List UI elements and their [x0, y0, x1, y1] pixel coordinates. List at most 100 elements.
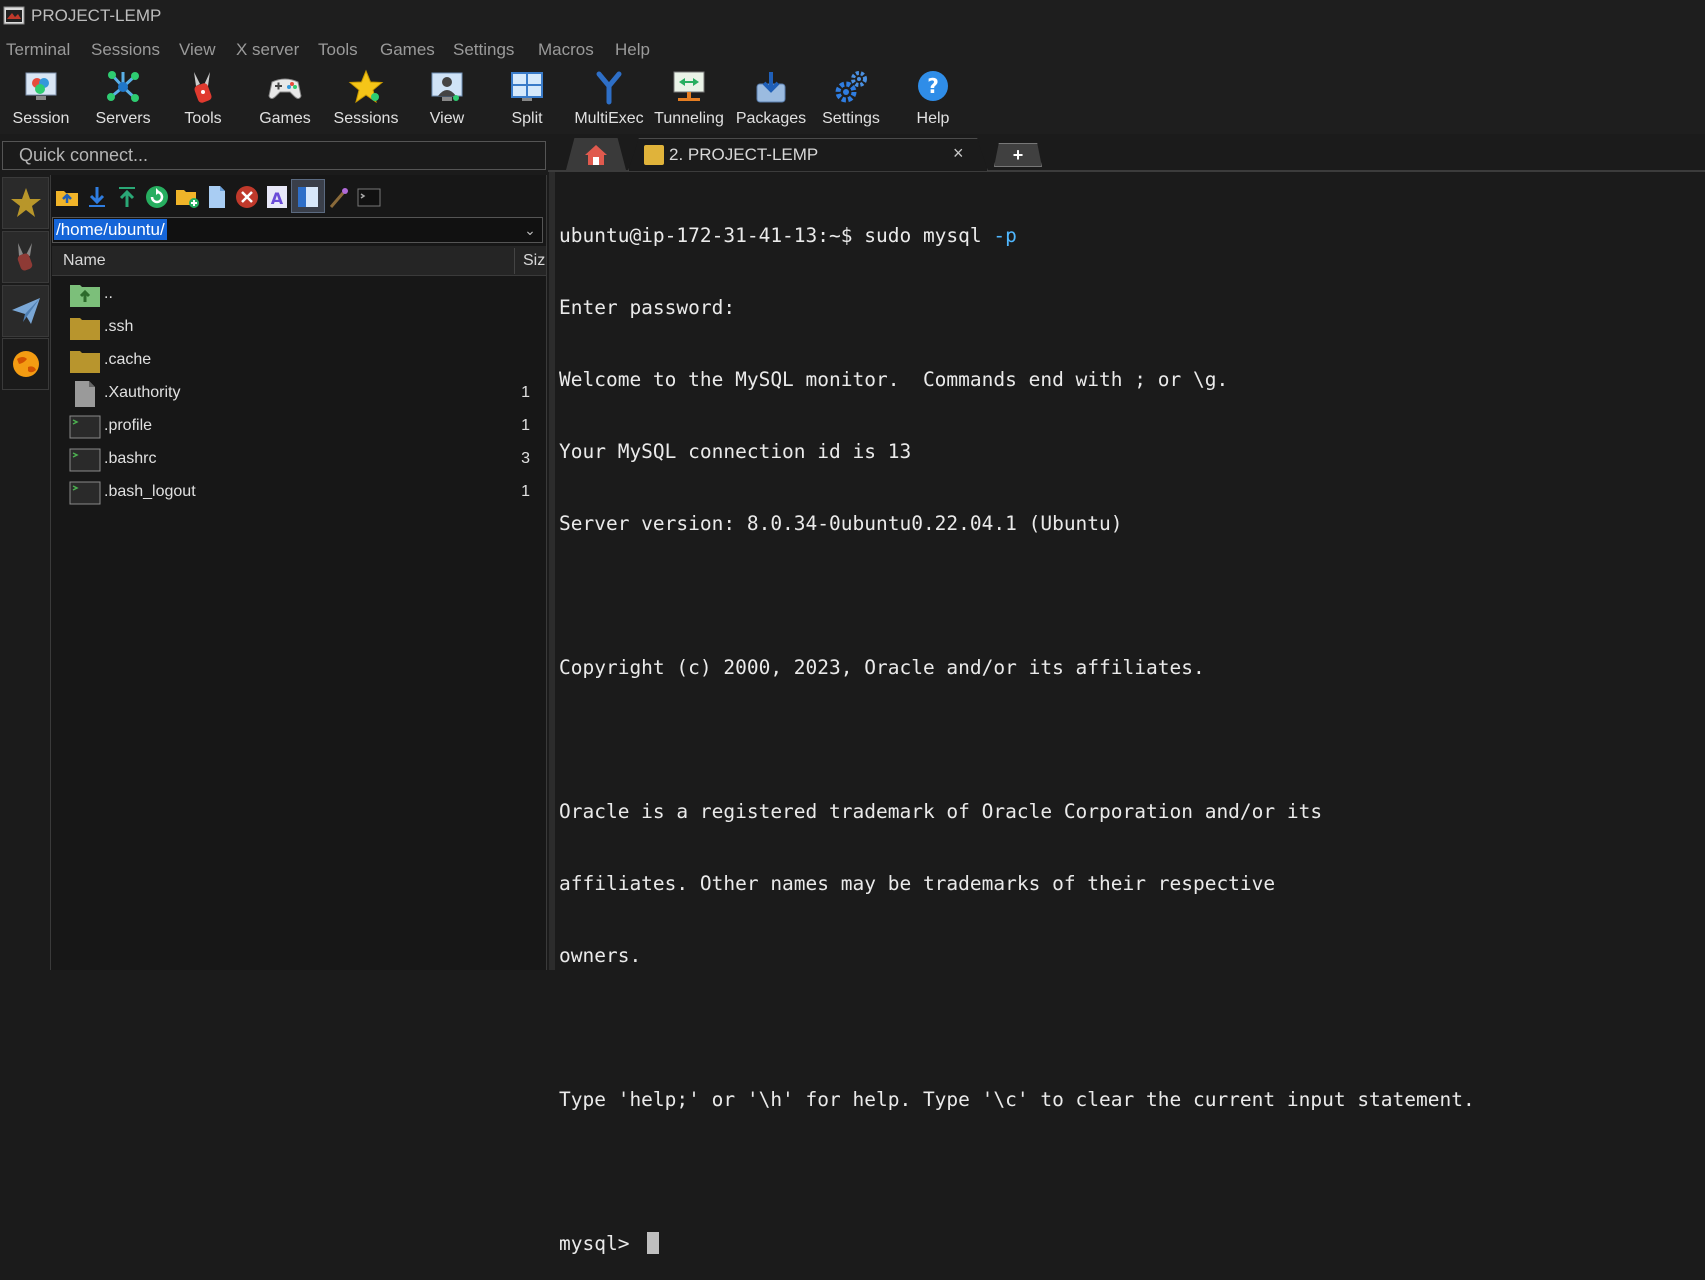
close-tab-icon[interactable]: ×: [953, 143, 964, 164]
file-name: .cache: [104, 351, 152, 368]
new-folder-icon[interactable]: [175, 185, 199, 209]
menu-view[interactable]: View: [179, 40, 216, 60]
title-bar: [0, 0, 1705, 34]
terminal-file-icon: [69, 415, 101, 439]
file-size: 1: [521, 417, 530, 434]
download-icon[interactable]: [85, 185, 109, 209]
tools-button[interactable]: Tools: [163, 66, 243, 132]
path-input[interactable]: /home/ubuntu/: [54, 219, 167, 240]
games-button[interactable]: Games: [245, 66, 325, 132]
tools-icon: [194, 72, 212, 103]
terminal-command: ubuntu@ip-172-31-41-13:~$ sudo mysql: [559, 224, 994, 247]
terminal-file-icon: [69, 448, 101, 472]
gears-icon: [835, 71, 867, 103]
menu-games[interactable]: Games: [380, 40, 435, 60]
terminal-line: Your MySQL connection id is 13: [559, 440, 912, 463]
file-row-ssh[interactable]: .ssh: [52, 311, 546, 344]
session-icon: [25, 72, 57, 100]
menu-settings[interactable]: Settings: [453, 40, 514, 60]
column-header-size[interactable]: Size: [523, 252, 545, 270]
refresh-icon[interactable]: [145, 185, 169, 209]
sidetab-macros[interactable]: [2, 285, 49, 337]
panel-view-icon: [298, 187, 318, 207]
parent-folder-icon: [70, 285, 100, 307]
menu-sessions[interactable]: Sessions: [91, 40, 160, 60]
new-file-icon[interactable]: [205, 185, 229, 209]
split-button[interactable]: Split: [487, 66, 567, 132]
app-icon: [3, 6, 25, 25]
paper-plane-icon: [12, 298, 40, 324]
file-size: 1: [521, 384, 530, 401]
file-list-header: [52, 246, 546, 276]
menu-tools[interactable]: Tools: [318, 40, 358, 60]
file-row-bashrc[interactable]: .bashrc 3: [52, 443, 546, 476]
column-header-name[interactable]: Name: [63, 252, 106, 270]
terminal-file-icon: [69, 481, 101, 505]
parent-folder-icon[interactable]: [55, 185, 79, 209]
multiexec-icon: [596, 71, 622, 105]
session-button[interactable]: Session: [1, 66, 81, 132]
menu-terminal[interactable]: Terminal: [6, 40, 70, 60]
globe-icon: [13, 351, 39, 377]
tools-icon: [17, 243, 33, 271]
file-name: ..: [104, 285, 113, 302]
session-tab-label: 2. PROJECT-LEMP: [669, 145, 819, 164]
sidetab-tools[interactable]: [2, 231, 49, 283]
column-divider[interactable]: [514, 248, 515, 274]
terminal-line: Oracle is a registered trademark of Orac…: [559, 800, 1323, 823]
new-tab-button[interactable]: +: [994, 143, 1042, 167]
settings-button[interactable]: Settings: [811, 66, 891, 132]
view-button[interactable]: View: [407, 66, 487, 132]
side-tab-strip: [0, 175, 51, 970]
mysql-prompt: mysql>: [559, 1232, 642, 1255]
servers-icon: [107, 71, 139, 102]
terminal-output: ubuntu@ip-172-31-41-13:~$ sudo mysql -p …: [559, 176, 1475, 1280]
rename-icon[interactable]: A: [265, 185, 289, 209]
file-size: 1: [521, 483, 530, 500]
file-name: .Xauthority: [104, 384, 181, 401]
terminal-line: Server version: 8.0.34-0ubuntu0.22.04.1 …: [559, 512, 1123, 535]
file-name: .ssh: [104, 318, 134, 335]
file-row-profile[interactable]: .profile 1: [52, 410, 546, 443]
tunneling-button[interactable]: Tunneling: [649, 66, 729, 132]
file-name: .bashrc: [104, 450, 157, 467]
chevron-down-icon[interactable]: ⌄: [518, 218, 542, 242]
terminal-line: Enter password:: [559, 296, 736, 319]
file-row-xauthority[interactable]: .Xauthority 1: [52, 377, 546, 410]
menu-x-server[interactable]: X server: [236, 40, 299, 60]
folder-icon: [70, 351, 100, 373]
panel-splitter[interactable]: [549, 172, 555, 970]
terminal-prompt-line: ubuntu@ip-172-31-41-13:~$ sudo mysql -p: [559, 224, 1475, 248]
file-size: 3: [521, 450, 530, 467]
sidetab-sessions[interactable]: [2, 177, 49, 229]
terminal-icon[interactable]: [357, 185, 381, 209]
home-icon: [585, 145, 607, 165]
file-icon: [75, 381, 95, 407]
window-title: PROJECT-LEMP: [31, 6, 162, 25]
menu-help[interactable]: Help: [615, 40, 650, 60]
file-row-bash-logout[interactable]: .bash_logout 1: [52, 476, 546, 509]
servers-button[interactable]: Servers: [83, 66, 163, 132]
menu-macros[interactable]: Macros: [538, 40, 594, 60]
multiexec-button[interactable]: MultiExec: [569, 66, 649, 132]
quick-connect-input[interactable]: [2, 141, 546, 170]
magic-wand-icon[interactable]: [327, 185, 351, 209]
file-row-parent[interactable]: ..: [52, 278, 546, 311]
menu-bar: Terminal Sessions View X server Tools Ga…: [0, 34, 1705, 64]
sessions-button[interactable]: Sessions: [326, 66, 406, 132]
terminal-line: owners.: [559, 944, 642, 967]
terminal-option: -p: [993, 224, 1017, 247]
delete-icon[interactable]: [235, 185, 259, 209]
help-icon: ?: [918, 71, 948, 101]
split-icon: [511, 72, 543, 101]
help-button[interactable]: ? Help: [893, 66, 973, 132]
file-row-cache[interactable]: .cache: [52, 344, 546, 377]
sidetab-sftp[interactable]: [2, 338, 49, 390]
upload-icon[interactable]: [115, 185, 139, 209]
packages-button[interactable]: Packages: [731, 66, 811, 132]
packages-icon: [756, 72, 786, 103]
